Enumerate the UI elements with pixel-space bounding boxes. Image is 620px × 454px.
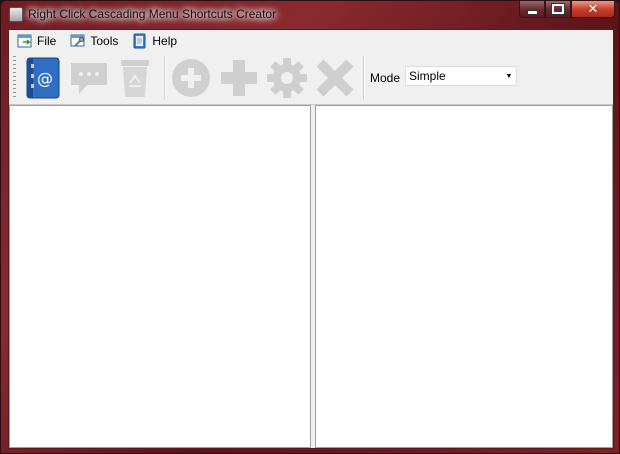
toolbar-separator [164, 56, 166, 100]
delete-button[interactable] [313, 55, 357, 101]
menu-help[interactable]: Help [125, 31, 184, 51]
window-title: Right Click Cascading Menu Shortcuts Cre… [28, 7, 277, 21]
address-book-button[interactable]: @ [21, 55, 65, 101]
menu-bar: File Tools Help [9, 30, 613, 52]
address-book-icon: @ [26, 57, 60, 99]
window-controls: ✕ [519, 1, 615, 19]
maximize-icon [551, 3, 565, 15]
menu-file-label: File [37, 34, 57, 48]
app-icon[interactable] [9, 7, 23, 22]
close-icon: ✕ [587, 1, 599, 17]
mode-dropdown[interactable]: Simple ▼ [405, 66, 517, 86]
add-submenu-button[interactable] [217, 55, 261, 101]
delete-x-icon [316, 59, 354, 97]
recycle-bin-button[interactable] [113, 55, 157, 101]
close-button[interactable]: ✕ [571, 1, 615, 18]
menu-file[interactable]: File [9, 31, 63, 51]
toolbar-grip[interactable] [13, 56, 16, 100]
toolbar-separator [363, 56, 365, 100]
speech-bubble-icon [71, 63, 107, 94]
dropdown-arrow-icon[interactable]: ▼ [502, 73, 516, 80]
menu-tools-label: Tools [90, 34, 119, 48]
minimize-button[interactable] [519, 1, 545, 18]
maximize-button[interactable] [545, 1, 571, 18]
menu-help-label: Help [152, 34, 178, 48]
mode-selected-value: Simple [409, 69, 446, 83]
toolbar: @ Mode Simple ▼ [9, 52, 613, 105]
plus-icon [221, 60, 257, 96]
minimize-icon [526, 9, 538, 15]
help-menu-icon [133, 33, 146, 49]
add-circle-icon [172, 59, 210, 97]
add-item-button[interactable] [169, 55, 213, 101]
gear-icon [267, 58, 307, 98]
client-area: File Tools Help @ Mode Simple ▼ [8, 29, 614, 449]
app-window: Right Click Cascading Menu Shortcuts Cre… [0, 0, 620, 454]
properties-pane[interactable] [315, 105, 613, 448]
mode-label: Mode [370, 71, 401, 85]
settings-button[interactable] [265, 55, 309, 101]
file-menu-icon [17, 34, 32, 48]
recycle-bin-icon [121, 60, 149, 97]
title-bar[interactable]: Right Click Cascading Menu Shortcuts Cre… [1, 1, 620, 27]
tools-menu-icon [70, 34, 85, 47]
menu-tree-pane[interactable] [9, 105, 311, 448]
svg-text:@: @ [37, 69, 53, 88]
menu-tools[interactable]: Tools [63, 31, 125, 51]
comment-button[interactable] [67, 55, 111, 101]
